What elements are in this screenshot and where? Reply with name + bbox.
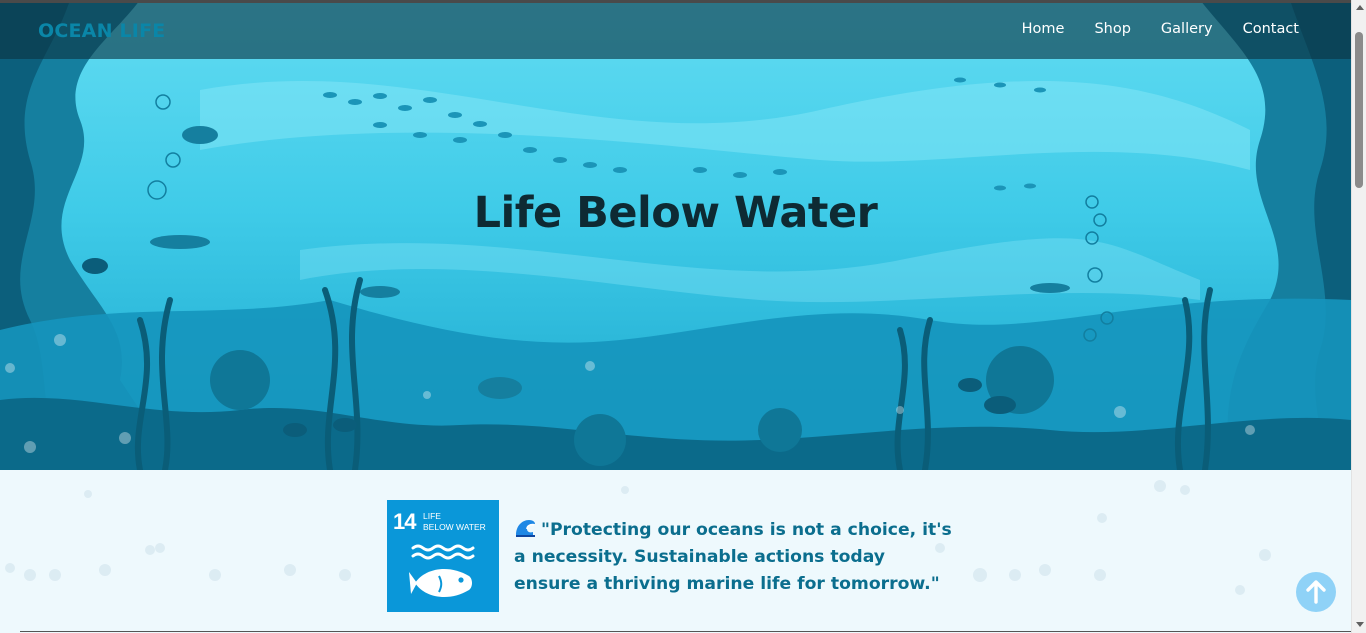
page-scrollbar[interactable] bbox=[1351, 0, 1366, 633]
mission-quote: "Protecting our oceans is not a choice, … bbox=[514, 517, 954, 598]
scrollbar-thumb[interactable] bbox=[1355, 32, 1363, 188]
nav-link-shop[interactable]: Shop bbox=[1094, 21, 1130, 37]
fish-waves-icon bbox=[409, 544, 475, 598]
page-viewport: Life Below Water OCEAN LIFE Home Shop Ga… bbox=[0, 0, 1351, 633]
sdg-14-badge: 14 LIFE BELOW WATER bbox=[387, 500, 499, 612]
nav-links: Home Shop Gallery Contact bbox=[1022, 21, 1299, 37]
window-top-border bbox=[0, 0, 1351, 3]
top-navbar: OCEAN LIFE Home Shop Gallery Contact bbox=[0, 3, 1351, 59]
arrow-up-icon bbox=[1306, 580, 1326, 604]
quote-text: "Protecting our oceans is not a choice, … bbox=[514, 520, 952, 594]
scroll-to-top-button[interactable] bbox=[1296, 572, 1336, 612]
hero-section: Life Below Water bbox=[0, 0, 1351, 470]
page-divider bbox=[20, 631, 1351, 632]
scroll-up-arrow-icon[interactable] bbox=[1356, 5, 1364, 10]
water-wave-emoji bbox=[516, 520, 535, 537]
nav-link-home[interactable]: Home bbox=[1022, 21, 1065, 37]
nav-link-contact[interactable]: Contact bbox=[1243, 21, 1299, 37]
hero-title: Life Below Water bbox=[473, 188, 878, 238]
brand-logo[interactable]: OCEAN LIFE bbox=[38, 20, 165, 42]
nav-link-gallery[interactable]: Gallery bbox=[1161, 21, 1213, 37]
scroll-down-arrow-icon[interactable] bbox=[1356, 622, 1364, 627]
content-section: 14 LIFE BELOW WATER "Protecting our ocea… bbox=[0, 470, 1351, 633]
